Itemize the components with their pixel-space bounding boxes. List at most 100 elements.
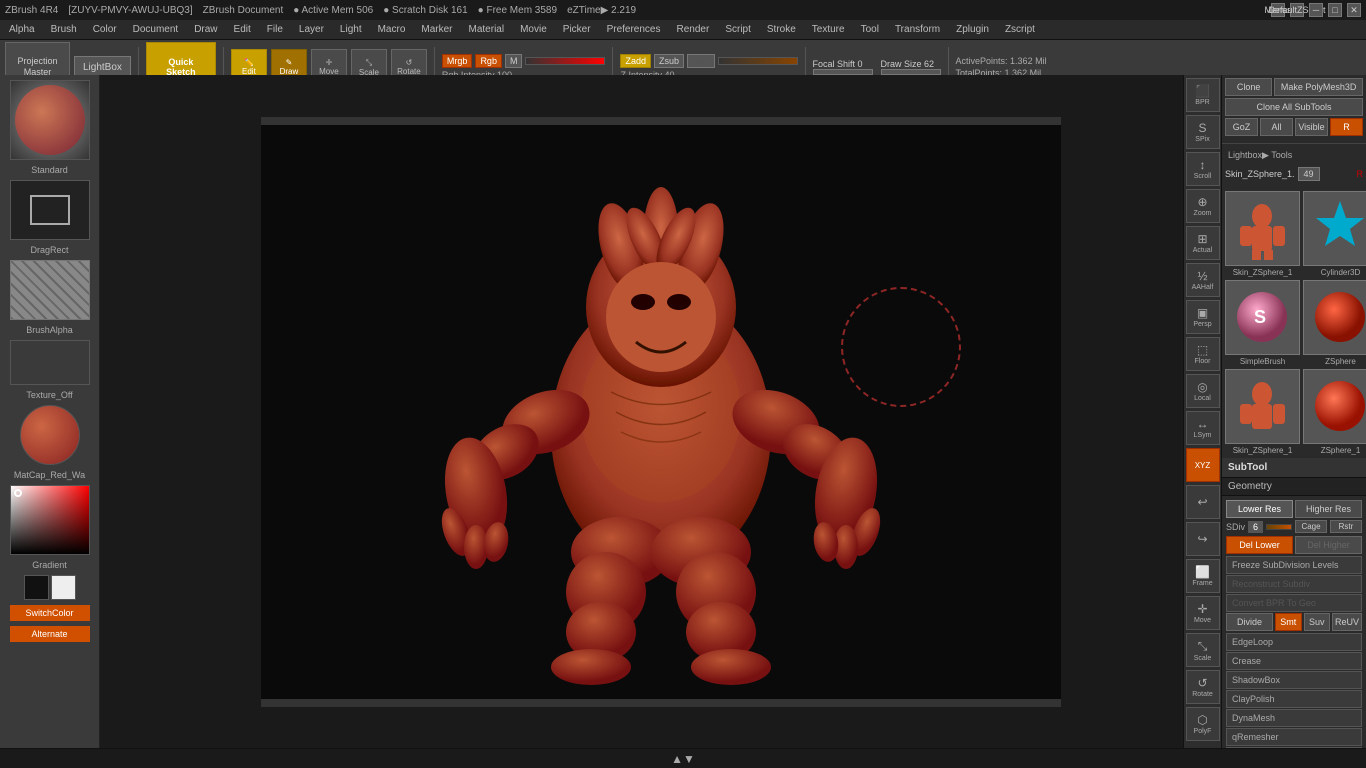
brush-preview[interactable] xyxy=(10,80,90,160)
zsub-button[interactable]: Zsub xyxy=(654,54,684,68)
floor-button[interactable]: ⬚ Floor xyxy=(1186,337,1220,371)
menu-color[interactable]: Color xyxy=(89,23,121,36)
rotate-vt-button[interactable]: ↺ Rotate xyxy=(1186,670,1220,704)
script-button[interactable]: DefaultZScript xyxy=(1290,3,1304,17)
shadow-box-button[interactable]: ShadowBox xyxy=(1226,671,1362,689)
menu-brush[interactable]: Brush xyxy=(47,23,81,36)
actual-button[interactable]: ⊞ Actual xyxy=(1186,226,1220,260)
menu-layer[interactable]: Layer xyxy=(295,23,328,36)
redo-button[interactable]: ↪ xyxy=(1186,522,1220,556)
rgb-slider[interactable] xyxy=(525,57,605,65)
menu-zscript[interactable]: Zscript xyxy=(1001,23,1039,36)
clone-button[interactable]: Clone xyxy=(1225,78,1272,96)
menu-script[interactable]: Script xyxy=(721,23,755,36)
del-higher-button[interactable]: Del Higher xyxy=(1295,536,1362,554)
menu-edit[interactable]: Edit xyxy=(230,23,255,36)
swatch-white[interactable] xyxy=(51,575,76,600)
lightbox-tools-label[interactable]: Lightbox▶ Tools xyxy=(1222,147,1366,164)
close-button[interactable]: ✕ xyxy=(1347,3,1361,17)
aahalf-button[interactable]: ½ AAHalf xyxy=(1186,263,1220,297)
q-remesher-button[interactable]: qRemesher xyxy=(1226,728,1362,746)
scale-vt-button[interactable]: ⤡ Scale xyxy=(1186,633,1220,667)
convert-bpr-button[interactable]: Convert BPR To Geo xyxy=(1226,594,1362,612)
menu-light[interactable]: Light xyxy=(336,23,366,36)
suv-button[interactable]: Suv xyxy=(1304,613,1331,631)
make-polymesh-button[interactable]: Make PolyMesh3D xyxy=(1274,78,1363,96)
cage-button[interactable]: Cage xyxy=(1295,520,1327,533)
mesh-item-6[interactable]: ZSphere_1 xyxy=(1303,369,1366,455)
persp-button[interactable]: ▣ Persp xyxy=(1186,300,1220,334)
xyz-button[interactable]: XYZ xyxy=(1186,448,1220,482)
mesh-item-1[interactable]: Skin_ZSphere_1 xyxy=(1225,191,1300,277)
goz-button[interactable]: GoZ xyxy=(1225,118,1258,136)
spix-button[interactable]: S SPix xyxy=(1186,115,1220,149)
frame-button[interactable]: ⬜ Frame xyxy=(1186,559,1220,593)
rstr-button[interactable]: Rstr xyxy=(1330,520,1362,533)
polyf-button[interactable]: ⬡ PolyF xyxy=(1186,707,1220,741)
rgb-button[interactable]: Rgb xyxy=(475,54,502,68)
texture-button[interactable] xyxy=(10,340,90,385)
menu-document[interactable]: Document xyxy=(129,23,183,36)
lower-res-button[interactable]: Lower Res xyxy=(1226,500,1293,518)
canvas-inner[interactable] xyxy=(261,117,1061,707)
subtool-header[interactable]: SubTool xyxy=(1222,458,1366,478)
menu-stroke[interactable]: Stroke xyxy=(763,23,800,36)
undo-button[interactable]: ↩ xyxy=(1186,485,1220,519)
menu-alpha[interactable]: Alpha xyxy=(5,23,39,36)
drag-rect-button[interactable] xyxy=(10,180,90,240)
freeze-button[interactable]: Freeze SubDivision Levels xyxy=(1226,556,1362,574)
clay-polish-button[interactable]: ClayPolish xyxy=(1226,690,1362,708)
dyna-mesh-button[interactable]: DynaMesh xyxy=(1226,709,1362,727)
clone-all-button[interactable]: Clone All SubTools xyxy=(1225,98,1363,116)
menu-tool[interactable]: Tool xyxy=(857,23,883,36)
bpr-button[interactable]: ⬛ BPR xyxy=(1186,78,1220,112)
menu-texture[interactable]: Texture xyxy=(808,23,849,36)
menu-draw[interactable]: Draw xyxy=(190,23,221,36)
move-vt-button[interactable]: ✛ Move xyxy=(1186,596,1220,630)
smt-button[interactable]: Smt xyxy=(1275,613,1302,631)
minimize-button[interactable]: ─ xyxy=(1309,3,1323,17)
menu-marker[interactable]: Marker xyxy=(417,23,456,36)
swatch-black[interactable] xyxy=(24,575,49,600)
alternate-button[interactable]: Alternate xyxy=(10,626,90,642)
menu-macro[interactable]: Macro xyxy=(374,23,410,36)
z-slider[interactable] xyxy=(718,57,798,65)
visible-button[interactable]: Visible xyxy=(1295,118,1328,136)
menu-file[interactable]: File xyxy=(263,23,287,36)
mesh-item-2[interactable]: Cylinder3D xyxy=(1303,191,1366,277)
zadd-button[interactable]: Zadd xyxy=(620,54,651,68)
menu-picker[interactable]: Picker xyxy=(559,23,595,36)
zoom-button[interactable]: ⊕ Zoom xyxy=(1186,189,1220,223)
reconstruct-button[interactable]: Reconstruct Subdiv xyxy=(1226,575,1362,593)
mesh-item-3[interactable]: S SimpleBrush xyxy=(1225,280,1300,366)
zcut-button[interactable]: Zcut xyxy=(687,54,715,68)
edge-loop-button[interactable]: EdgeLoop xyxy=(1226,633,1362,651)
status-arrow-down[interactable]: ▼ xyxy=(683,752,695,766)
brush-alpha-button[interactable] xyxy=(10,260,90,320)
menu-zplugin[interactable]: Zplugin xyxy=(952,23,993,36)
scroll-button[interactable]: ↕ Scroll xyxy=(1186,152,1220,186)
higher-res-button[interactable]: Higher Res xyxy=(1295,500,1362,518)
color-picker[interactable] xyxy=(10,485,90,555)
menu-preferences[interactable]: Preferences xyxy=(603,23,665,36)
m-button[interactable]: M xyxy=(505,54,523,68)
menu-movie[interactable]: Movie xyxy=(516,23,551,36)
material-sphere[interactable] xyxy=(20,405,80,465)
local-button[interactable]: ◎ Local xyxy=(1186,374,1220,408)
switch-color-button[interactable]: SwitchColor xyxy=(10,605,90,621)
del-lower-button[interactable]: Del Lower xyxy=(1226,536,1293,554)
sdiv-slider[interactable] xyxy=(1266,524,1292,530)
status-arrow-up[interactable]: ▲ xyxy=(671,752,683,766)
lsym-button[interactable]: ↔ LSym xyxy=(1186,411,1220,445)
r-button[interactable]: R xyxy=(1330,118,1363,136)
geometry-header[interactable]: Geometry xyxy=(1222,478,1366,496)
divide-button[interactable]: Divide xyxy=(1226,613,1273,631)
reuv-button[interactable]: ReUV xyxy=(1332,613,1362,631)
crease-button[interactable]: Crease xyxy=(1226,652,1362,670)
mesh-item-4[interactable]: ZSphere xyxy=(1303,280,1366,366)
menu-material[interactable]: Material xyxy=(465,23,509,36)
menu-render[interactable]: Render xyxy=(673,23,714,36)
mrgb-button[interactable]: Mrgb xyxy=(442,54,473,68)
all-button[interactable]: All xyxy=(1260,118,1293,136)
maximize-button[interactable]: □ xyxy=(1328,3,1342,17)
